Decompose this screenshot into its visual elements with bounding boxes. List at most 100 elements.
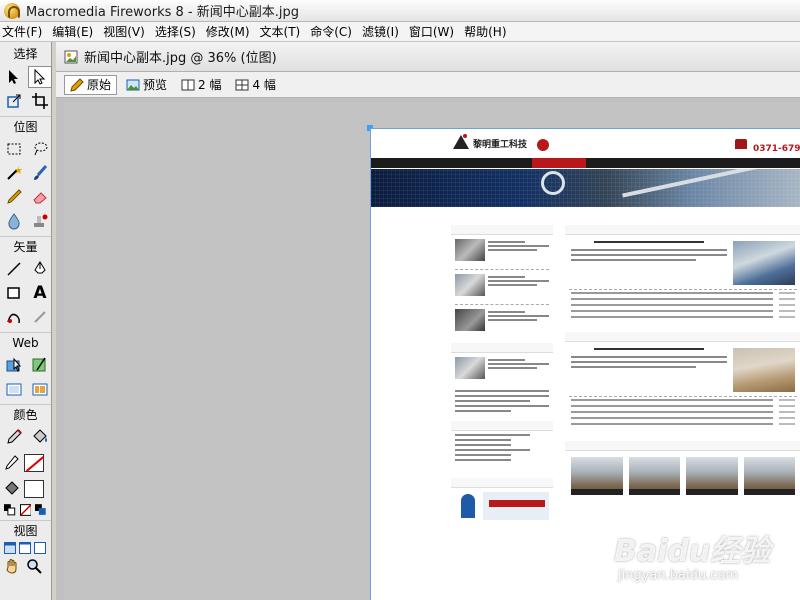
hide-slices-icon[interactable] <box>2 378 26 400</box>
fill-color-swatch[interactable] <box>24 480 44 498</box>
site-nav <box>371 158 800 168</box>
site-banner <box>371 169 800 207</box>
contact-banner <box>455 492 549 520</box>
menu-modify[interactable]: 修改(M) <box>204 23 258 40</box>
site-nav-item <box>747 158 800 168</box>
rubber-stamp-icon[interactable] <box>28 210 52 232</box>
view-4up-label: 4 幅 <box>252 78 276 92</box>
full-screen-menus-icon[interactable] <box>19 542 31 554</box>
tools-section-select: 选择 <box>13 47 38 61</box>
swap-colors-icon[interactable] <box>35 504 47 516</box>
blur-icon[interactable] <box>2 210 26 232</box>
hotspot-icon[interactable] <box>2 354 26 376</box>
section-header <box>565 441 800 451</box>
list-item <box>451 353 553 387</box>
text-icon[interactable]: A <box>28 282 52 304</box>
window-title: Macromedia Fireworks 8 - 新闻中心副本.jpg <box>26 5 300 20</box>
knife-icon[interactable] <box>28 306 52 328</box>
view-original-label: 原始 <box>87 78 112 92</box>
site-left-column <box>451 225 553 600</box>
news-list <box>565 290 800 320</box>
document-tab-title[interactable]: 新闻中心副本.jpg @ 36% (位图) <box>84 47 277 66</box>
crop-icon[interactable] <box>28 90 52 112</box>
list-item <box>451 270 553 304</box>
site-header: 黎明重工科技 0371-67997 <box>371 129 800 157</box>
company-phone: 0371-67997 <box>753 144 800 154</box>
rectangle-icon[interactable] <box>2 282 26 304</box>
paint-bucket-icon[interactable] <box>28 426 52 448</box>
stroke-color-swatch[interactable] <box>24 454 44 472</box>
news-image <box>733 348 795 392</box>
default-colors-icon[interactable] <box>4 504 16 516</box>
section-header <box>565 225 800 235</box>
view-preview-label: 预览 <box>143 78 168 92</box>
title-bar: Macromedia Fireworks 8 - 新闻中心副本.jpg <box>0 0 800 22</box>
site-nav-item <box>694 158 748 168</box>
pencil-icon <box>70 77 84 92</box>
news-feature <box>565 235 800 289</box>
document-icon <box>64 50 78 63</box>
scale-icon[interactable] <box>2 90 26 112</box>
two-up-icon <box>181 79 195 90</box>
zoom-icon[interactable] <box>26 558 42 574</box>
site-nav-item <box>371 158 425 168</box>
list-item <box>451 305 553 339</box>
view-original-button[interactable]: 原始 <box>64 74 118 95</box>
eyedropper-icon[interactable] <box>2 426 26 448</box>
baidu-watermark: Baidu经验 jingyan.baidu.com <box>608 514 798 596</box>
tools-section-vector: 矢量 <box>0 236 51 256</box>
news-feature <box>565 342 800 396</box>
view-4up-button[interactable]: 4 幅 <box>230 75 280 95</box>
menu-select[interactable]: 选择(S) <box>153 23 204 40</box>
line-icon[interactable] <box>2 258 26 280</box>
show-slices-icon[interactable] <box>28 378 52 400</box>
watermark-url: jingyan.baidu.com <box>618 568 738 583</box>
pointer-icon[interactable] <box>2 66 26 88</box>
watermark-brand: Baidu经验 <box>614 534 771 569</box>
hand-icon[interactable] <box>4 558 20 574</box>
subselect-icon[interactable] <box>28 66 52 88</box>
menu-filters[interactable]: 滤镜(I) <box>360 23 407 40</box>
site-nav-item <box>425 158 479 168</box>
view-2up-button[interactable]: 2 幅 <box>176 75 226 95</box>
stroke-color-icon[interactable] <box>3 452 21 474</box>
slice-icon[interactable] <box>28 354 52 376</box>
menu-window[interactable]: 窗口(W) <box>407 23 462 40</box>
freeform-icon[interactable] <box>2 306 26 328</box>
section-header <box>451 343 553 353</box>
view-preview-button[interactable]: 预览 <box>121 75 172 95</box>
fill-color-icon[interactable] <box>3 478 21 500</box>
news-image <box>733 241 795 285</box>
tools-section-view: 视图 <box>0 520 51 540</box>
menu-text[interactable]: 文本(T) <box>258 23 309 40</box>
full-screen-icon[interactable] <box>34 542 46 554</box>
eraser-icon[interactable] <box>28 186 52 208</box>
lasso-icon[interactable] <box>28 138 52 160</box>
site-nav-item <box>640 158 694 168</box>
menu-bar: 文件(F) 编辑(E) 视图(V) 选择(S) 修改(M) 文本(T) 命令(C… <box>0 22 800 42</box>
pencil-icon[interactable] <box>2 186 26 208</box>
list-item <box>451 235 553 269</box>
pen-icon[interactable] <box>28 258 52 280</box>
standard-mode-icon[interactable] <box>4 542 16 554</box>
section-header <box>451 421 553 431</box>
no-color-icon[interactable] <box>19 504 32 516</box>
company-logo-icon <box>453 134 469 149</box>
menu-edit[interactable]: 编辑(E) <box>50 23 101 40</box>
slogan-badge-icon <box>537 139 549 151</box>
company-name: 黎明重工科技 <box>473 140 528 150</box>
document-tab-bar: 新闻中心副本.jpg @ 36% (位图) <box>56 42 800 72</box>
menu-file[interactable]: 文件(F) <box>0 23 50 40</box>
magic-wand-icon[interactable] <box>2 162 26 184</box>
view-2up-label: 2 幅 <box>198 78 222 92</box>
menu-help[interactable]: 帮助(H) <box>462 23 514 40</box>
fireworks-app-icon <box>4 2 20 19</box>
menu-view[interactable]: 视图(V) <box>101 23 153 40</box>
site-nav-item <box>479 158 533 168</box>
four-up-icon <box>235 79 249 90</box>
text-tool-glyph: A <box>33 283 47 303</box>
brush-icon[interactable] <box>28 162 52 184</box>
menu-commands[interactable]: 命令(C) <box>308 23 360 40</box>
section-header <box>565 332 800 342</box>
marquee-icon[interactable] <box>2 138 26 160</box>
